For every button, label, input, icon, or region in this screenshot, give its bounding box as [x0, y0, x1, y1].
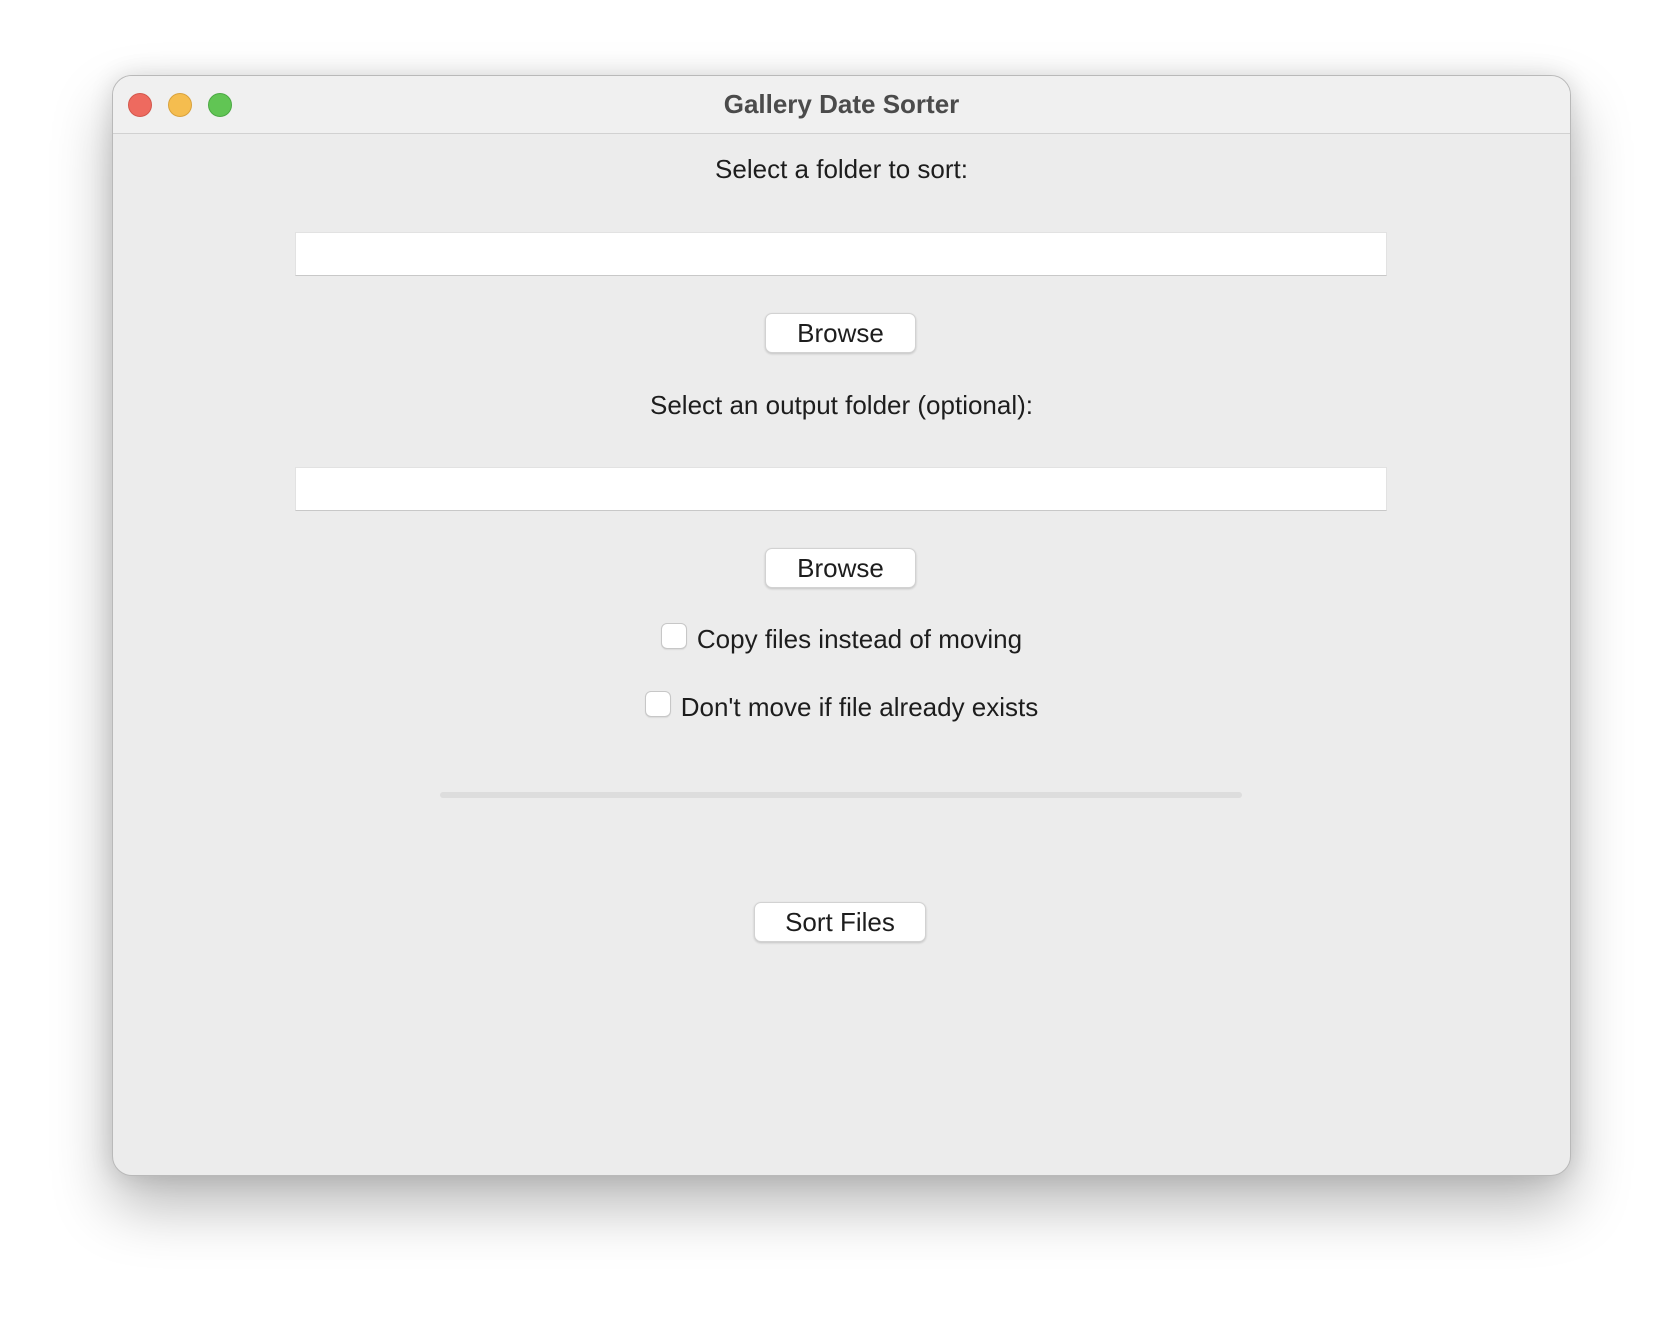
- app-window: Gallery Date Sorter Select a folder to s…: [112, 75, 1571, 1176]
- window-title: Gallery Date Sorter: [723, 89, 960, 119]
- output-folder-label: Select an output folder (optional):: [649, 390, 1034, 420]
- source-folder-label: Select a folder to sort:: [715, 154, 968, 184]
- skip-existing-label[interactable]: Don't move if file already exists: [681, 691, 1039, 723]
- title-bar: Gallery Date Sorter: [113, 76, 1570, 134]
- source-folder-input[interactable]: [295, 232, 1387, 276]
- skip-existing-option-row: Don't move if file already exists: [113, 691, 1570, 723]
- copy-option-row: Copy files instead of moving: [113, 623, 1570, 655]
- copy-files-checkbox[interactable]: [660, 623, 687, 649]
- sort-files-button[interactable]: Sort Files: [754, 902, 926, 942]
- copy-files-label[interactable]: Copy files instead of moving: [697, 623, 1022, 655]
- source-browse-button[interactable]: Browse: [765, 313, 916, 353]
- output-folder-input[interactable]: [295, 467, 1387, 511]
- progress-bar: [440, 792, 1242, 798]
- output-browse-button[interactable]: Browse: [765, 548, 916, 588]
- skip-existing-checkbox[interactable]: [644, 691, 671, 717]
